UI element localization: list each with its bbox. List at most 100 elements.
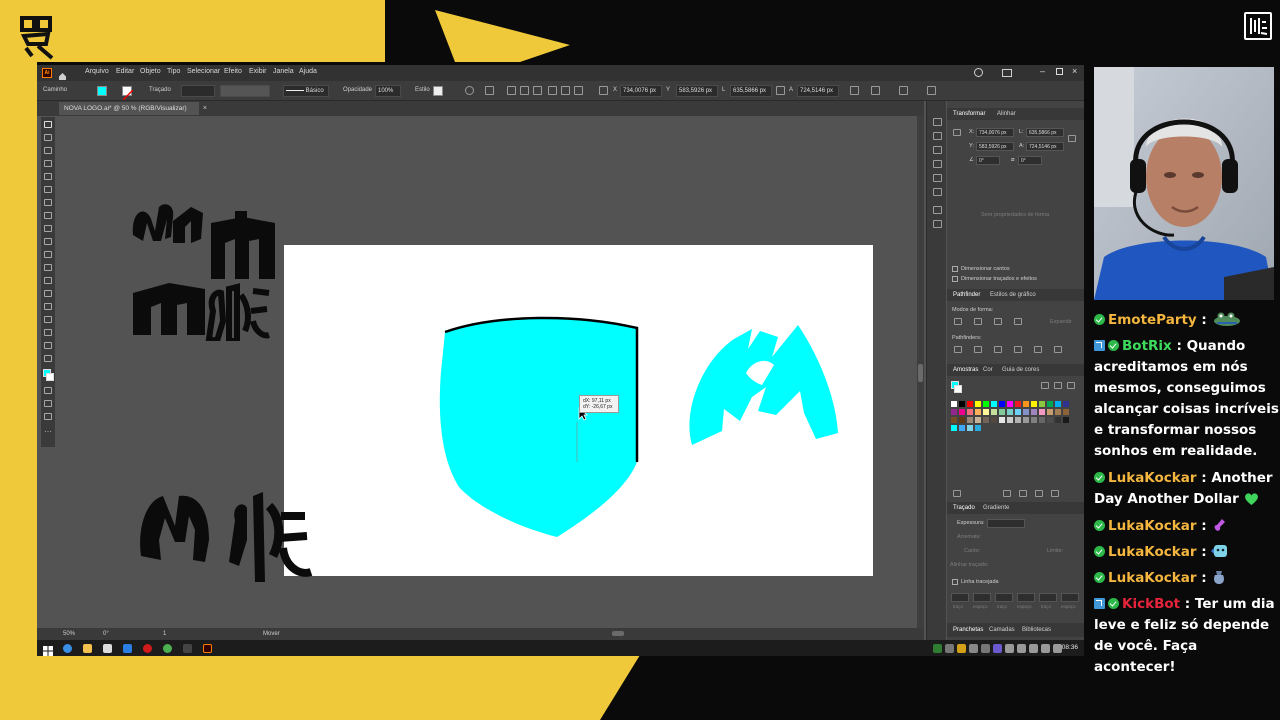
color-swatch[interactable] <box>983 401 989 407</box>
tab-color[interactable]: Cor <box>983 367 993 373</box>
color-swatch[interactable] <box>1023 417 1029 423</box>
tab-color-guide[interactable]: Guia de cores <box>1002 367 1039 373</box>
color-swatch[interactable] <box>951 417 957 423</box>
minus-back-icon[interactable] <box>1054 346 1062 353</box>
export-panel-icon[interactable] <box>933 206 942 214</box>
tab-stroke[interactable]: Traçado <box>953 505 975 511</box>
close-tab-icon[interactable]: × <box>203 105 207 112</box>
menu-select[interactable]: Selecionar <box>187 68 220 75</box>
volume-icon[interactable] <box>1041 644 1050 653</box>
stroke-indicator[interactable] <box>46 373 54 381</box>
align-top-icon[interactable] <box>548 86 557 95</box>
dash-field-2[interactable] <box>995 593 1013 602</box>
layers-panel-icon[interactable] <box>933 188 942 196</box>
color-swatch[interactable] <box>959 409 965 415</box>
outline-icon[interactable] <box>1034 346 1042 353</box>
color-swatch[interactable] <box>1047 409 1053 415</box>
tab-pathfinder[interactable]: Pathfinder <box>953 292 980 298</box>
shear-angle-field[interactable]: 0° <box>1018 156 1042 165</box>
search-icon[interactable] <box>974 68 983 77</box>
appearance-panel-icon[interactable] <box>933 174 942 182</box>
direct-selection-tool-icon[interactable] <box>44 134 52 141</box>
swatch-grid[interactable] <box>951 401 1076 453</box>
color-swatch[interactable] <box>951 409 957 415</box>
color-swatch[interactable] <box>967 425 973 431</box>
dash-field-1[interactable] <box>951 593 969 602</box>
color-swatch[interactable] <box>1063 417 1069 423</box>
dash-field-3[interactable] <box>1039 593 1057 602</box>
close-button[interactable]: × <box>1072 66 1077 76</box>
color-swatch[interactable] <box>951 425 957 431</box>
clock[interactable]: 08:36 <box>1062 644 1078 651</box>
logo-sketch-group-bottom[interactable] <box>135 486 335 586</box>
color-swatch[interactable] <box>975 401 981 407</box>
color-swatch[interactable] <box>999 409 1005 415</box>
column-graph-tool-icon[interactable] <box>44 316 52 323</box>
menu-type[interactable]: Tipo <box>167 68 180 75</box>
blend-tool-icon[interactable] <box>44 290 52 297</box>
y-field[interactable]: 583,5926 px <box>676 85 718 97</box>
more-tools-icon[interactable]: ··· <box>44 427 52 436</box>
merge-icon[interactable] <box>994 346 1002 353</box>
obs-icon[interactable] <box>183 644 192 653</box>
color-swatch[interactable] <box>1055 417 1061 423</box>
menu-object[interactable]: Objeto <box>140 68 161 75</box>
color-swatch[interactable] <box>1031 417 1037 423</box>
transform-x-field[interactable]: 734,0076 px <box>976 128 1014 137</box>
document-tab[interactable]: NOVA LOGO.ai* @ 50 % (RGB/Visualizar) × <box>59 102 207 115</box>
minimize-button[interactable]: – <box>1040 66 1045 76</box>
draw-mode-icon[interactable] <box>44 400 52 407</box>
color-swatch[interactable] <box>999 417 1005 423</box>
mail-icon[interactable] <box>123 644 132 653</box>
opera-icon[interactable] <box>143 644 152 653</box>
libraries-panel-icon[interactable] <box>933 132 942 140</box>
eyedropper-tool-icon[interactable] <box>44 277 52 284</box>
transform-each-icon[interactable] <box>850 86 859 95</box>
swatch-libraries-icon[interactable] <box>953 490 961 497</box>
color-swatch[interactable] <box>1007 401 1013 407</box>
selection-tool-icon[interactable] <box>44 121 52 128</box>
transform-icon[interactable] <box>485 86 494 95</box>
gap-field-3[interactable] <box>1061 593 1079 602</box>
tray-icon-5[interactable] <box>981 644 990 653</box>
horizontal-scroll-thumb[interactable] <box>612 631 624 636</box>
menu-window[interactable]: Janela <box>273 68 294 75</box>
symbol-sprayer-tool-icon[interactable] <box>44 303 52 310</box>
color-swatch[interactable] <box>967 401 973 407</box>
bluetooth-icon[interactable] <box>1017 644 1026 653</box>
panel-menu-icon[interactable] <box>927 86 936 95</box>
shape-builder-tool-icon[interactable] <box>44 251 52 258</box>
variable-width-field[interactable] <box>220 85 270 97</box>
logo-sketch-group-top[interactable] <box>129 171 299 341</box>
artboard-tool-icon[interactable] <box>44 329 52 336</box>
eraser-tool-icon[interactable] <box>44 225 52 232</box>
color-swatch[interactable] <box>991 417 997 423</box>
color-swatch[interactable] <box>1039 401 1045 407</box>
fill-color-swatch[interactable] <box>97 86 107 96</box>
properties-panel-icon[interactable] <box>933 118 942 126</box>
rotate-angle-field[interactable]: 0° <box>976 156 1000 165</box>
scale-strokes-checkbox[interactable] <box>952 276 958 282</box>
delete-swatch-icon[interactable] <box>1051 490 1059 497</box>
color-swatch[interactable] <box>1063 409 1069 415</box>
color-swatch[interactable] <box>1047 417 1053 423</box>
tab-layers[interactable]: Camadas <box>989 627 1015 633</box>
chat-username[interactable]: EmoteParty <box>1108 312 1197 328</box>
color-swatch[interactable] <box>1039 409 1045 415</box>
rotate-tool-icon[interactable] <box>44 212 52 219</box>
arrange-documents-icon[interactable] <box>899 86 908 95</box>
new-color-group-icon[interactable] <box>1003 490 1011 497</box>
menu-effect[interactable]: Efeito <box>224 68 242 75</box>
menu-file[interactable]: Arquivo <box>85 68 109 75</box>
notification-icon[interactable] <box>1053 644 1062 653</box>
width-tool-icon[interactable] <box>44 238 52 245</box>
color-mode-icon[interactable] <box>44 387 52 394</box>
color-swatch[interactable] <box>1063 401 1069 407</box>
zoom-tool-icon[interactable] <box>44 355 52 362</box>
x-field[interactable]: 734,0076 px <box>620 85 662 97</box>
network-icon[interactable] <box>1029 644 1038 653</box>
brush-style-field[interactable]: Básico <box>283 85 329 97</box>
trim-icon[interactable] <box>974 346 982 353</box>
color-swatch[interactable] <box>1023 401 1029 407</box>
reference-point-icon[interactable] <box>599 86 608 95</box>
